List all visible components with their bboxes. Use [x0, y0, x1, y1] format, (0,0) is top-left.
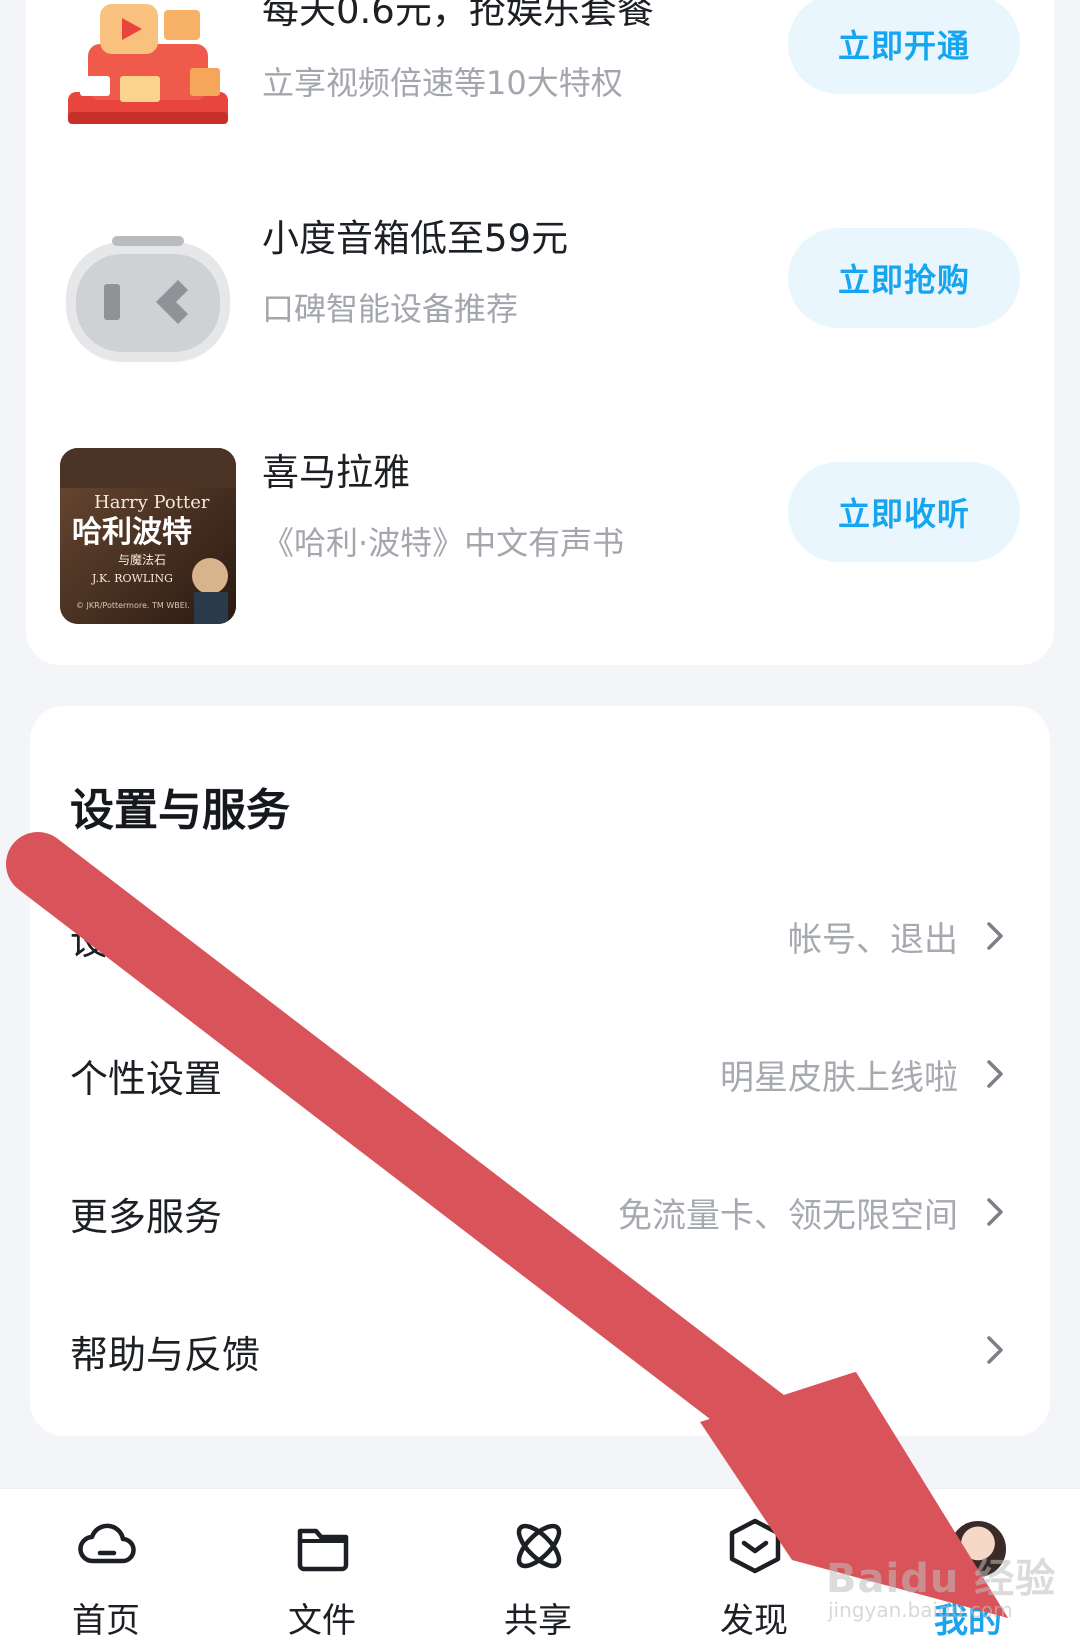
settings-services-card: 设置与服务 设置 帐号、退出 个性设置 明星皮肤上线啦 更多服务 免流量卡、领无…	[30, 706, 1050, 1436]
promo-title: 每天0.6元，抢娱乐套餐	[262, 0, 654, 32]
chevron-right-icon	[987, 922, 1003, 950]
book-title-text: 哈利波特	[72, 515, 192, 550]
settings-row-label: 个性设置	[70, 1057, 223, 1101]
chevron-right-icon	[987, 1060, 1003, 1088]
tab-discover[interactable]: 发现	[694, 1489, 814, 1649]
book-subtitle-text: 与魔法石	[118, 552, 166, 567]
tab-label: 文件	[288, 1601, 356, 1641]
chevron-right-icon	[987, 1336, 1003, 1364]
settings-row-hint: 帐号、退出	[788, 920, 958, 960]
tab-label: 发现	[720, 1601, 788, 1641]
settings-row-label: 设置	[70, 919, 147, 963]
settings-row-personalization[interactable]: 个性设置 明星皮肤上线啦	[30, 1004, 1050, 1144]
watermark-logo: Baidu 经验	[826, 1556, 1057, 1602]
tab-home[interactable]: 首页	[46, 1489, 166, 1649]
promo-card: 每天0.6元，抢娱乐套餐 立享视频倍速等10大特权 立即开通 小度音箱低至59元…	[26, 0, 1054, 665]
promo-item-audiobook[interactable]: Harry Potter 哈利波特 与魔法石 J.K. ROWLING © JK…	[26, 448, 1054, 648]
promo-subtitle: 口碑智能设备推荐	[262, 290, 519, 328]
settings-row-hint: 免流量卡、领无限空间	[618, 1196, 958, 1236]
tab-share[interactable]: 共享	[478, 1489, 598, 1649]
book-copyright-text: © JKR/Pottermore. TM WBEI.	[76, 601, 190, 610]
promo-title: 小度音箱低至59元	[262, 217, 569, 260]
promo-title: 喜马拉雅	[262, 451, 410, 494]
promo-item-entertainment[interactable]: 每天0.6元，抢娱乐套餐 立享视频倍速等10大特权 立即开通	[26, 0, 1054, 180]
buy-now-button[interactable]: 立即抢购	[788, 228, 1020, 328]
folder-icon	[297, 1528, 349, 1572]
discover-box-icon	[729, 1518, 781, 1574]
harry-potter-book-cover: Harry Potter 哈利波特 与魔法石 J.K. ROWLING © JK…	[60, 448, 236, 624]
settings-row-help-feedback[interactable]: 帮助与反馈	[30, 1280, 1050, 1420]
book-author-text: J.K. ROWLING	[91, 572, 173, 585]
settings-row-label: 帮助与反馈	[70, 1333, 261, 1377]
cloud-icon	[78, 1523, 136, 1564]
open-membership-button[interactable]: 立即开通	[788, 0, 1020, 94]
settings-row-more-services[interactable]: 更多服务 免流量卡、领无限空间	[30, 1142, 1050, 1282]
promo-item-speaker[interactable]: 小度音箱低至59元 口碑智能设备推荐 立即抢购	[26, 214, 1054, 414]
tab-label: 首页	[72, 1601, 140, 1641]
promo-subtitle: 《哈利·波特》中文有声书	[262, 524, 625, 562]
book-brand-text: Harry Potter	[94, 492, 210, 513]
promo-subtitle: 立享视频倍速等10大特权	[262, 64, 623, 102]
section-title: 设置与服务	[70, 785, 290, 836]
entertainment-gift-icon	[60, 0, 236, 156]
settings-row-settings[interactable]: 设置 帐号、退出	[30, 866, 1050, 1006]
watermark-url: jingyan.baidu.com	[828, 1598, 1013, 1622]
settings-row-label: 更多服务	[70, 1195, 223, 1239]
smart-speaker-icon	[60, 214, 236, 390]
tab-files[interactable]: 文件	[262, 1489, 382, 1649]
tab-label: 共享	[504, 1601, 572, 1641]
listen-now-button[interactable]: 立即收听	[788, 462, 1020, 562]
chevron-right-icon	[987, 1198, 1003, 1226]
settings-row-hint: 明星皮肤上线啦	[720, 1058, 958, 1098]
atom-share-icon	[516, 1523, 562, 1569]
